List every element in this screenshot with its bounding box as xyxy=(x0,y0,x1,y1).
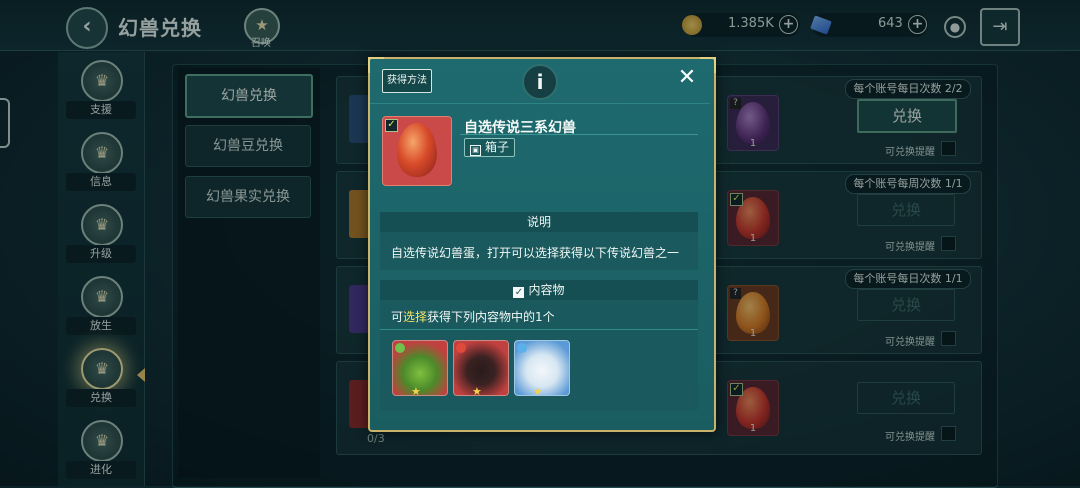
pet-white-beast[interactable]: ★ xyxy=(514,340,570,398)
contents-header-label: 内容物 xyxy=(528,283,565,297)
star-icon: ★ xyxy=(411,385,421,398)
pet-green-beast[interactable]: ★ xyxy=(392,340,448,398)
choose-instruction: 可选择获得下列内容物中的1个 xyxy=(391,308,555,325)
egg-icon xyxy=(397,123,437,177)
description-header: 说明 xyxy=(380,212,698,232)
item-type-tag: ▣ 箱子 xyxy=(464,138,516,157)
choose-highlight: 选择 xyxy=(403,310,428,324)
close-icon[interactable]: ✕ xyxy=(676,66,698,90)
divider xyxy=(460,134,698,135)
item-icon-box: ✓ xyxy=(382,116,452,186)
info-icon[interactable]: i xyxy=(522,64,558,100)
check-icon: ✓ xyxy=(385,119,398,132)
description-text: 自选传说幻兽蛋，打开可以选择获得以下传说幻兽之一 xyxy=(391,246,680,260)
element-badge-icon xyxy=(517,343,527,353)
how-to-get-button[interactable]: 获得方法 xyxy=(382,69,432,93)
element-badge-icon xyxy=(395,343,405,353)
item-type-label: 箱子 xyxy=(485,140,510,154)
star-icon: ★ xyxy=(533,385,543,398)
divider xyxy=(380,329,698,330)
choose-prefix: 可 xyxy=(391,310,404,324)
pet-black-cat[interactable]: ★ xyxy=(453,340,509,398)
box-icon: ▣ xyxy=(470,145,481,156)
frame-corner xyxy=(700,57,716,73)
divider xyxy=(370,103,710,104)
contents-header: ✓ 内容物 xyxy=(380,280,698,300)
choose-suffix: 获得下列内容物中的1个 xyxy=(427,310,555,324)
check-icon: ✓ xyxy=(513,287,525,298)
star-icon: ★ xyxy=(472,385,482,398)
element-badge-icon xyxy=(456,343,466,353)
